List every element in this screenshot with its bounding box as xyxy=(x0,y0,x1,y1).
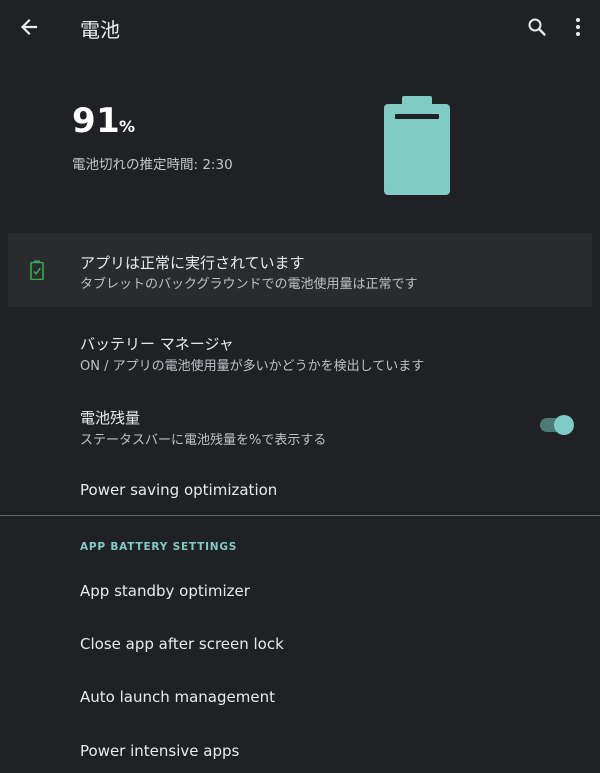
back-button[interactable] xyxy=(14,12,44,42)
battery-manager-summary: ON / アプリの電池使用量が多いかどうかを検出しています xyxy=(80,359,425,374)
status-title: アプリは正常に実行されています xyxy=(80,254,305,272)
battery-percentage-summary: ステータスバーに電池残量を%で表示する xyxy=(80,433,327,448)
divider xyxy=(0,515,600,516)
battery-manager-title: バッテリー マネージャ xyxy=(80,335,234,353)
battery-level-icon xyxy=(384,96,450,195)
auto-launch-management-item[interactable]: Auto launch management xyxy=(0,677,600,721)
toggle-thumb xyxy=(554,415,574,435)
power-saving-optimization-title: Power saving optimization xyxy=(80,481,278,499)
status-summary: タブレットのバックグラウンドでの電池使用量は正常です xyxy=(80,277,418,292)
battery-level: 91 xyxy=(72,101,121,141)
search-button[interactable] xyxy=(522,12,552,42)
more-options-button[interactable] xyxy=(566,12,590,42)
auto-launch-management-title: Auto launch management xyxy=(80,688,275,706)
more-vert-icon xyxy=(576,18,580,36)
search-icon xyxy=(528,18,546,36)
battery-percentage-toggle[interactable] xyxy=(538,415,574,435)
power-saving-optimization-item[interactable]: Power saving optimization xyxy=(0,470,600,510)
app-standby-optimizer-item[interactable]: App standby optimizer xyxy=(0,570,600,614)
arrow-back-icon xyxy=(20,18,38,36)
close-app-after-screen-lock-title: Close app after screen lock xyxy=(80,635,284,653)
app-standby-optimizer-title: App standby optimizer xyxy=(80,582,250,600)
battery-percent-sign: % xyxy=(119,117,136,136)
battery-ok-icon xyxy=(30,260,44,280)
battery-percentage-title: 電池残量 xyxy=(80,409,141,427)
battery-percentage-item[interactable]: 電池残量 ステータスバーに電池残量を%で表示する xyxy=(0,397,600,455)
page-title: 電池 xyxy=(80,18,120,42)
battery-status-card[interactable]: アプリは正常に実行されています タブレットのバックグラウンドでの電池使用量は正常… xyxy=(8,233,592,307)
app-bar: 電池 xyxy=(0,0,600,56)
section-header-app-battery-settings: APP BATTERY SETTINGS xyxy=(80,541,238,553)
close-app-after-screen-lock-item[interactable]: Close app after screen lock xyxy=(0,623,600,667)
battery-header: 91 % 電池切れの推定時間: 2:30 xyxy=(0,56,600,226)
battery-manager-item[interactable]: バッテリー マネージャ ON / アプリの電池使用量が多いかどうかを検出していま… xyxy=(0,323,600,381)
battery-estimate: 電池切れの推定時間: 2:30 xyxy=(72,157,233,173)
power-intensive-apps-item[interactable]: Power intensive apps xyxy=(0,730,600,773)
power-intensive-apps-title: Power intensive apps xyxy=(80,742,240,760)
